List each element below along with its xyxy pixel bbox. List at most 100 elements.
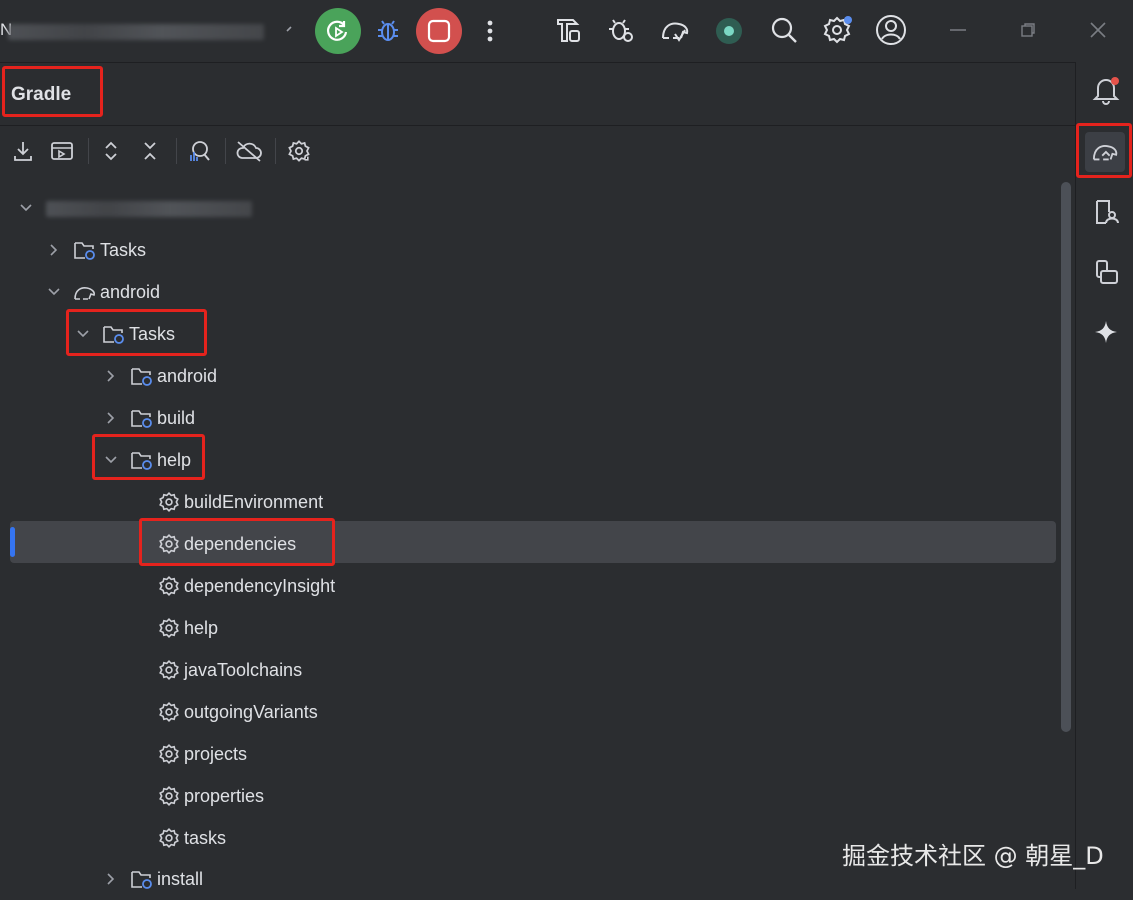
tree-root[interactable] [18, 187, 44, 229]
chevron-down-icon[interactable] [285, 22, 295, 41]
task-item-label: dependencyInsight [184, 575, 336, 596]
tree-item-label: android [100, 281, 161, 302]
restore-button[interactable] [1014, 18, 1042, 42]
minimize-button[interactable] [944, 18, 972, 42]
gear-icon [156, 657, 182, 683]
task-item-label: buildEnvironment [184, 491, 324, 512]
tree-item-label: install [157, 868, 204, 889]
stop-icon [427, 19, 451, 43]
watermark: 掘金技术社区 @ 朝星_D [842, 842, 1104, 870]
task-item[interactable]: projects [156, 733, 247, 775]
gear-icon [156, 783, 182, 809]
gear-icon [156, 699, 182, 725]
task-item[interactable]: buildEnvironment [156, 481, 323, 523]
toolbar-separator [275, 138, 276, 164]
selection-marker [10, 527, 15, 557]
toolbar-separator [176, 138, 177, 164]
task-item-label: help [184, 617, 219, 638]
device-manager-icon[interactable] [1090, 196, 1122, 228]
search-button[interactable] [766, 12, 802, 48]
task-folder-icon [72, 237, 98, 263]
notifications-icon[interactable] [1090, 74, 1122, 106]
tree-item-label: android [157, 365, 218, 386]
highlight-help [92, 434, 205, 480]
settings-button[interactable] [819, 12, 855, 48]
title-bar: N [0, 0, 1133, 63]
gradle-module-icon [72, 279, 98, 305]
right-tool-strip [1075, 62, 1133, 889]
minimize-icon [950, 29, 966, 31]
chevron-right-icon[interactable] [103, 410, 119, 426]
task-folder-icon [129, 363, 155, 389]
stop-button[interactable] [416, 8, 462, 54]
user-icon [876, 15, 906, 45]
debug-button[interactable] [370, 12, 406, 48]
task-item[interactable]: dependencyInsight [156, 565, 335, 607]
tree-item-label: build [157, 407, 196, 428]
task-folder-icon [129, 866, 155, 892]
build-button[interactable] [550, 12, 586, 48]
gear-icon [156, 741, 182, 767]
chevron-right-icon[interactable] [103, 871, 119, 887]
more-button[interactable] [478, 14, 502, 48]
gear-icon [156, 615, 182, 641]
bug-icon [378, 20, 398, 41]
task-folder-icon [129, 405, 155, 431]
task-item[interactable]: outgoingVariants [156, 691, 318, 733]
chevron-right-icon[interactable] [46, 242, 62, 258]
chevron-down-icon[interactable] [18, 200, 34, 216]
gradle-sync-button[interactable] [656, 12, 694, 48]
bug-settings-icon [609, 19, 633, 42]
gradle-elephant-icon [662, 22, 689, 42]
gradle-toolbar [0, 126, 1075, 176]
gradle-settings-icon[interactable] [286, 138, 312, 164]
device-manager-button[interactable] [712, 14, 746, 48]
record-dot-icon [716, 18, 742, 44]
more-vertical-icon [487, 20, 493, 42]
task-item-label: outgoingVariants [184, 701, 318, 722]
gemini-sparkle-icon[interactable] [1090, 316, 1122, 348]
gear-icon [156, 573, 182, 599]
highlight-dependencies [139, 518, 335, 566]
restore-icon [1021, 23, 1035, 37]
tree-item[interactable]: install [103, 858, 203, 900]
collapse-all-icon[interactable] [137, 138, 163, 164]
tree-item[interactable]: android [46, 271, 160, 313]
running-devices-icon[interactable] [1090, 256, 1122, 288]
highlight-panel-title [2, 66, 103, 117]
expand-all-icon[interactable] [98, 138, 124, 164]
chevron-down-icon[interactable] [46, 284, 62, 300]
highlight-tasks [66, 309, 207, 356]
close-icon [1090, 22, 1106, 38]
project-name-blurred [8, 24, 264, 40]
account-button[interactable] [872, 12, 910, 48]
chevron-right-icon[interactable] [103, 368, 119, 384]
tree-item[interactable]: Tasks [46, 229, 146, 271]
analyze-dependencies-icon[interactable] [186, 138, 212, 164]
search-icon [771, 17, 797, 43]
task-item[interactable]: tasks [156, 817, 226, 859]
task-item[interactable]: properties [156, 775, 264, 817]
tree-item[interactable]: build [103, 397, 195, 439]
task-item-label: javaToolchains [184, 659, 303, 680]
rerun-icon [326, 20, 348, 41]
toolbar-separator [225, 138, 226, 164]
task-item-label: properties [184, 785, 265, 806]
close-button[interactable] [1084, 16, 1112, 44]
rerun-button[interactable] [315, 8, 361, 54]
gear-icon [156, 825, 182, 851]
run-config-icon[interactable] [49, 138, 75, 164]
tree-item[interactable]: android [103, 355, 217, 397]
highlight-gradle-tool [1076, 123, 1132, 178]
gear-icon [823, 16, 852, 44]
tree-item-label: Tasks [100, 239, 147, 260]
root-name-blurred [46, 201, 252, 217]
download-icon[interactable] [10, 138, 36, 164]
task-item-label: tasks [184, 827, 227, 848]
app-inspection-button[interactable] [603, 12, 639, 48]
offline-mode-icon[interactable] [235, 138, 263, 164]
gradle-panel-header: Gradle [0, 62, 1075, 126]
task-item[interactable]: help [156, 607, 218, 649]
vertical-scrollbar[interactable] [1061, 182, 1071, 732]
task-item[interactable]: javaToolchains [156, 649, 302, 691]
